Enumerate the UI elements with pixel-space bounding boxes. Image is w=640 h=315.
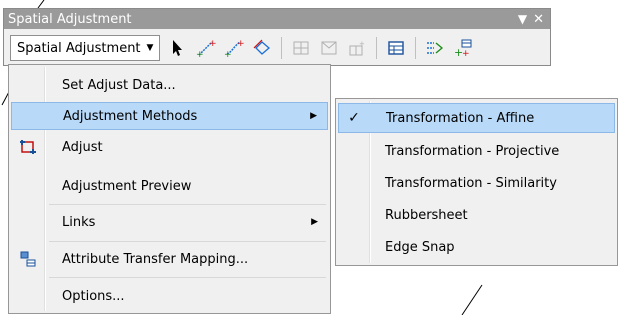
attribute-transfer-tool-icon[interactable] (423, 36, 447, 60)
menu-item-set-adjust-data[interactable]: Set Adjust Data... (11, 71, 328, 99)
submenu-item-transformation-affine[interactable]: ✓ Transformation - Affine (338, 103, 615, 133)
spatial-adjustment-dropdown[interactable]: Spatial Adjustment ▼ (10, 35, 161, 61)
chevron-down-icon: ▼ (146, 43, 154, 53)
submenu-item-rubbersheet[interactable]: Rubbersheet (338, 200, 615, 230)
modify-link-icon[interactable]: + + (222, 36, 246, 60)
menu-separator (49, 277, 326, 278)
title-controls: ▼ ✕ (518, 9, 544, 29)
menu-item-label: Options... (62, 288, 125, 304)
menu-separator (49, 241, 326, 242)
submenu-item-label: Rubbersheet (385, 207, 468, 223)
adjust-icon (11, 139, 45, 155)
spatial-adjustment-menu: Set Adjust Data... Adjustment Methods ▶ … (8, 64, 331, 314)
menu-item-label: Adjustment Methods (63, 108, 198, 124)
menu-item-adjustment-methods[interactable]: Adjustment Methods ▶ (11, 102, 328, 130)
toolbar-row: Spatial Adjustment ▼ + + + + + + + (4, 31, 550, 65)
menu-item-options[interactable]: Options... (11, 282, 328, 310)
new-limited-adjustment-area-icon[interactable] (317, 36, 341, 60)
clear-limited-adjustment-area-icon[interactable]: + (345, 36, 369, 60)
menu-item-attribute-transfer-mapping[interactable]: Attribute Transfer Mapping... (11, 245, 328, 273)
toolbar-separator (281, 37, 283, 59)
menu-separator (49, 204, 326, 205)
toolbar-title-bar[interactable]: Spatial Adjustment ▼ ✕ (4, 9, 550, 29)
submenu-arrow-icon: ▶ (311, 217, 318, 227)
new-displacement-link-icon[interactable]: + + (194, 36, 218, 60)
toolbar-options-icon[interactable]: ▼ (518, 12, 527, 26)
menu-item-label: Set Adjust Data... (62, 77, 176, 93)
svg-text:+: + (237, 39, 244, 49)
submenu-item-transformation-similarity[interactable]: Transformation - Similarity (338, 168, 615, 198)
svg-text:+: + (209, 39, 216, 49)
toolbar-icons: + + + + + + + (166, 36, 475, 60)
menu-item-links[interactable]: Links ▶ (11, 208, 328, 236)
dropdown-label: Spatial Adjustment (17, 40, 141, 56)
map-line (37, 0, 45, 9)
svg-text:+: + (359, 40, 365, 48)
toolbar-separator (376, 37, 378, 59)
svg-text:+: + (196, 50, 204, 58)
svg-text:+: + (224, 50, 232, 58)
submenu-item-label: Transformation - Projective (385, 143, 560, 159)
paste-attributes-icon[interactable]: + + (451, 36, 475, 60)
close-icon[interactable]: ✕ (533, 12, 544, 27)
view-link-table-icon[interactable] (384, 36, 408, 60)
attribute-transfer-mapping-icon (11, 251, 45, 267)
submenu-item-transformation-projective[interactable]: Transformation - Projective (338, 136, 615, 166)
submenu-arrow-icon: ▶ (310, 111, 317, 121)
spatial-adjustment-toolbar: Spatial Adjustment ▼ ✕ Spatial Adjustmen… (3, 8, 551, 66)
menu-item-label: Adjust (62, 139, 103, 155)
submenu-item-label: Transformation - Similarity (385, 175, 557, 191)
select-elements-icon[interactable] (166, 36, 190, 60)
submenu-item-label: Transformation - Affine (386, 110, 535, 126)
svg-text:+: + (462, 49, 470, 58)
menu-item-label: Links (62, 214, 96, 230)
toolbar-title: Spatial Adjustment (8, 11, 132, 27)
multiple-displacement-links-icon[interactable] (250, 36, 274, 60)
submenu-item-label: Edge Snap (385, 239, 455, 255)
submenu-item-edge-snap[interactable]: Edge Snap (338, 232, 615, 262)
menu-item-label: Adjustment Preview (62, 178, 192, 194)
toolbar-separator (415, 37, 417, 59)
adjustment-methods-submenu: ✓ Transformation - Affine Transformation… (335, 98, 618, 266)
map-line (461, 284, 483, 315)
menu-item-label: Attribute Transfer Mapping... (62, 251, 249, 267)
menu-item-adjustment-preview[interactable]: Adjustment Preview (11, 172, 328, 200)
check-icon: ✓ (348, 110, 360, 126)
menu-item-adjust[interactable]: Adjust (11, 133, 328, 161)
new-identity-link-icon[interactable] (289, 36, 313, 60)
